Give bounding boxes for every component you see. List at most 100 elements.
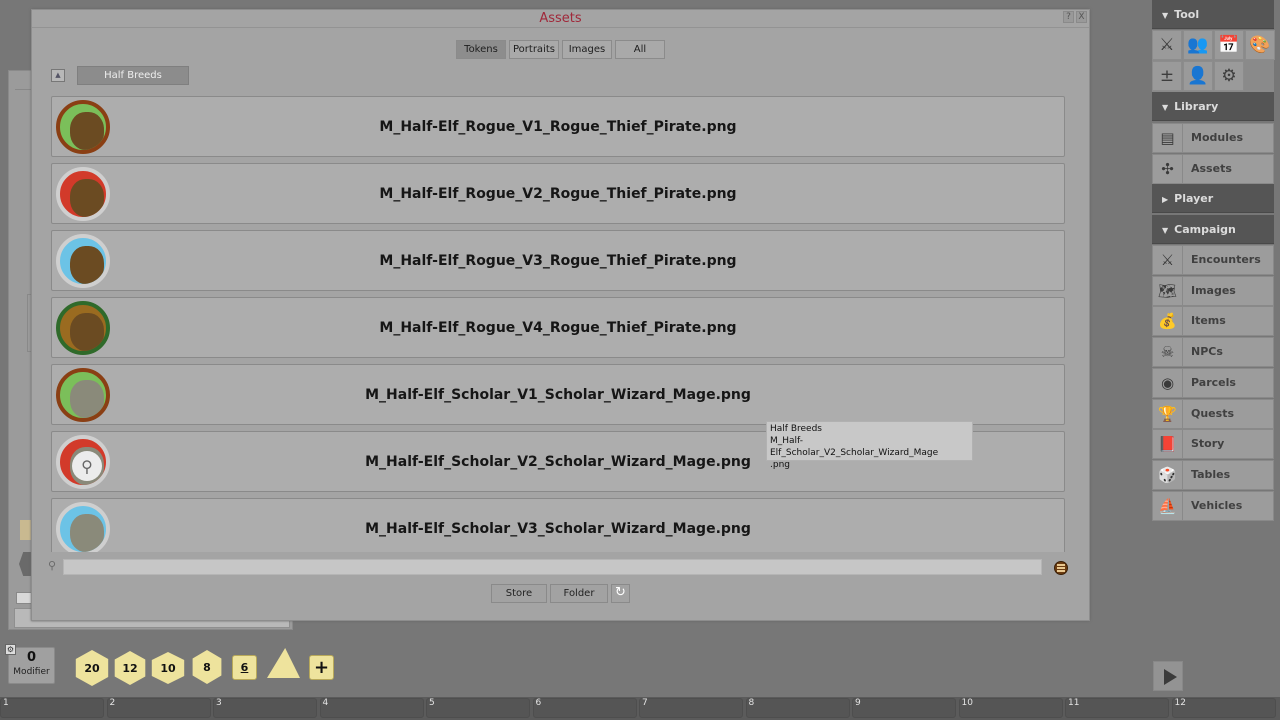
section-library[interactable]: ▼ Library (1152, 92, 1274, 121)
sidebar-item-story[interactable]: 📕 Story (1152, 429, 1274, 460)
sidebar-item-vehicles[interactable]: ⛵ Vehicles (1152, 490, 1274, 521)
d20-die[interactable]: 20 (75, 650, 109, 686)
d4-die[interactable] (267, 648, 300, 678)
modifier-icon[interactable]: ± (1152, 61, 1182, 91)
d12-die[interactable]: 12 (114, 651, 146, 685)
hotkey-slot[interactable]: 5 (426, 698, 530, 718)
hotkey-slot[interactable]: 7 (639, 698, 743, 718)
add-die-button[interactable]: + (309, 655, 334, 680)
list-menu-icon[interactable] (1054, 561, 1068, 575)
asset-type-filters: Tokens Portraits Images All (456, 40, 665, 59)
asset-name: M_Half-Elf_Scholar_V3_Scholar_Wizard_Mag… (365, 520, 751, 537)
sidebar-item-tables[interactable]: 🎲 Tables (1152, 459, 1274, 490)
asset-list: M_Half-Elf_Rogue_V1_Rogue_Thief_Pirate.p… (51, 96, 1066, 552)
folder-up-button[interactable]: ▲ (51, 69, 65, 82)
party-icon[interactable]: 👥 (1183, 30, 1213, 60)
d10-die[interactable]: 10 (151, 652, 185, 684)
token-portrait (70, 112, 104, 150)
filter-portraits[interactable]: Portraits (509, 40, 559, 59)
asset-row[interactable]: M_Half-Elf_Rogue_V2_Rogue_Thief_Pirate.p… (51, 163, 1065, 224)
help-button[interactable]: ? (1063, 11, 1074, 23)
palette-icon[interactable]: 🎨 (1245, 30, 1275, 60)
triangle-down-icon: ▼ (1162, 226, 1169, 235)
magnifier-icon[interactable]: ⚲ (72, 451, 102, 481)
sidebar-item-modules[interactable]: ▤ Modules (1152, 123, 1274, 153)
calendar-icon[interactable]: 📅 (1214, 30, 1244, 60)
sidebar-item-label: Parcels (1191, 375, 1236, 389)
hotkey-slot[interactable]: 10 (958, 698, 1063, 718)
token-portrait (70, 514, 104, 552)
hotkey-slot[interactable]: 3 (213, 698, 317, 718)
hotkey-number: 12 (1174, 698, 1186, 708)
hotkey-number: 5 (429, 698, 435, 708)
filter-images[interactable]: Images (562, 40, 612, 59)
hotkey-slot[interactable]: 1 (0, 698, 104, 718)
sidebar-item-label: Quests (1191, 406, 1234, 420)
asset-row[interactable]: M_Half-Elf_Scholar_V3_Scholar_Wizard_Mag… (51, 498, 1065, 552)
token-thumbnail (56, 234, 110, 288)
tooltip: Half Breeds M_Half-Elf_Scholar_V2_Schola… (766, 421, 973, 470)
character-icon[interactable]: 👤 (1183, 61, 1213, 91)
tooltip-filename: M_Half-Elf_Scholar_V2_Scholar_Wizard_Mag… (770, 436, 939, 458)
modifier-gear-icon[interactable]: ⚙ (5, 644, 16, 655)
asset-name: M_Half-Elf_Rogue_V2_Rogue_Thief_Pirate.p… (379, 185, 737, 202)
close-button[interactable]: X (1076, 11, 1087, 23)
token-thumbnail (56, 301, 110, 355)
token-thumbnail (56, 100, 110, 154)
tool-grid: ⚔ 👥 📅 🎨 ± 👤 ⚙ (1152, 30, 1275, 92)
map-icon: 🗺 (1153, 276, 1183, 305)
assets-window: Assets ? X Tokens Portraits Images All ▲… (31, 9, 1090, 621)
gear-icon[interactable]: ⚙ (1214, 61, 1244, 91)
hotkey-slot[interactable]: 9 (852, 698, 956, 718)
crossed-swords-icon: ⚔ (1153, 246, 1183, 274)
hotkey-number: 2 (109, 698, 116, 708)
chalice-icon: 🏆 (1153, 399, 1183, 428)
current-folder-button[interactable]: Half Breeds (77, 66, 189, 85)
token-portrait (70, 380, 104, 418)
sidebar-item-quests[interactable]: 🏆 Quests (1152, 398, 1274, 429)
triangle-right-icon: ▶ (1162, 195, 1169, 204)
sidebar-item-items[interactable]: 💰 Items (1152, 306, 1274, 337)
hotkey-number: 7 (642, 698, 648, 708)
store-button[interactable]: Store (491, 584, 547, 603)
asset-row[interactable]: M_Half-Elf_Rogue_V3_Rogue_Thief_Pirate.p… (51, 230, 1065, 291)
search-input[interactable] (63, 559, 1042, 575)
d8-die[interactable]: 8 (192, 650, 222, 684)
filter-all[interactable]: All (615, 40, 665, 59)
refresh-icon[interactable]: ↻ (611, 584, 630, 603)
d6-die[interactable]: 6 (232, 655, 257, 680)
sidebar-item-assets[interactable]: ✣ Assets (1152, 153, 1274, 184)
asset-row[interactable]: M_Half-Elf_Rogue_V1_Rogue_Thief_Pirate.p… (51, 96, 1065, 157)
folder-button[interactable]: Folder (550, 584, 608, 603)
crossed-swords-icon[interactable]: ⚔ (1152, 30, 1182, 60)
section-campaign-label: Campaign (1174, 223, 1236, 236)
hotkey-slot[interactable]: 11 (1065, 698, 1169, 718)
puzzle-icon: ✣ (1153, 154, 1183, 183)
hotkey-number: 3 (216, 698, 222, 708)
sidebar-item-label: Tables (1191, 467, 1231, 481)
asset-name: M_Half-Elf_Rogue_V3_Rogue_Thief_Pirate.p… (379, 252, 737, 269)
filter-tokens[interactable]: Tokens (456, 40, 506, 59)
sidebar-item-encounters[interactable]: ⚔ Encounters (1152, 245, 1274, 275)
hotkey-slot[interactable]: 12 (1171, 698, 1276, 718)
sidebar-item-npcs[interactable]: ☠ NPCs (1152, 337, 1274, 368)
hotkey-bar: 1 2 3 4 5 6 7 8 9 10 11 12 (0, 697, 1280, 720)
sidebar-item-label: Items (1191, 314, 1226, 328)
sidebar-item-parcels[interactable]: ◉ Parcels (1152, 367, 1274, 398)
asset-row[interactable]: M_Half-Elf_Scholar_V1_Scholar_Wizard_Mag… (51, 364, 1065, 425)
section-campaign[interactable]: ▼ Campaign (1152, 215, 1274, 244)
sidebar-item-label: Story (1191, 437, 1225, 451)
sidebar-item-images[interactable]: 🗺 Images (1152, 275, 1274, 306)
section-player[interactable]: ▶ Player (1152, 184, 1274, 213)
triangle-down-icon: ▼ (1162, 11, 1169, 20)
hotkey-slot[interactable]: 8 (745, 698, 850, 718)
hotkey-slot[interactable]: 6 (532, 698, 637, 718)
bag-icon: 💰 (1153, 307, 1183, 336)
hotkey-number: 9 (855, 698, 861, 708)
hotkey-slot[interactable]: 4 (319, 698, 424, 718)
hotkey-slot[interactable]: 2 (106, 698, 211, 718)
hotkey-number: 4 (322, 698, 329, 708)
asset-row[interactable]: M_Half-Elf_Rogue_V4_Rogue_Thief_Pirate.p… (51, 297, 1065, 358)
play-button[interactable] (1153, 661, 1183, 691)
section-tool[interactable]: ▼ Tool (1152, 0, 1274, 29)
